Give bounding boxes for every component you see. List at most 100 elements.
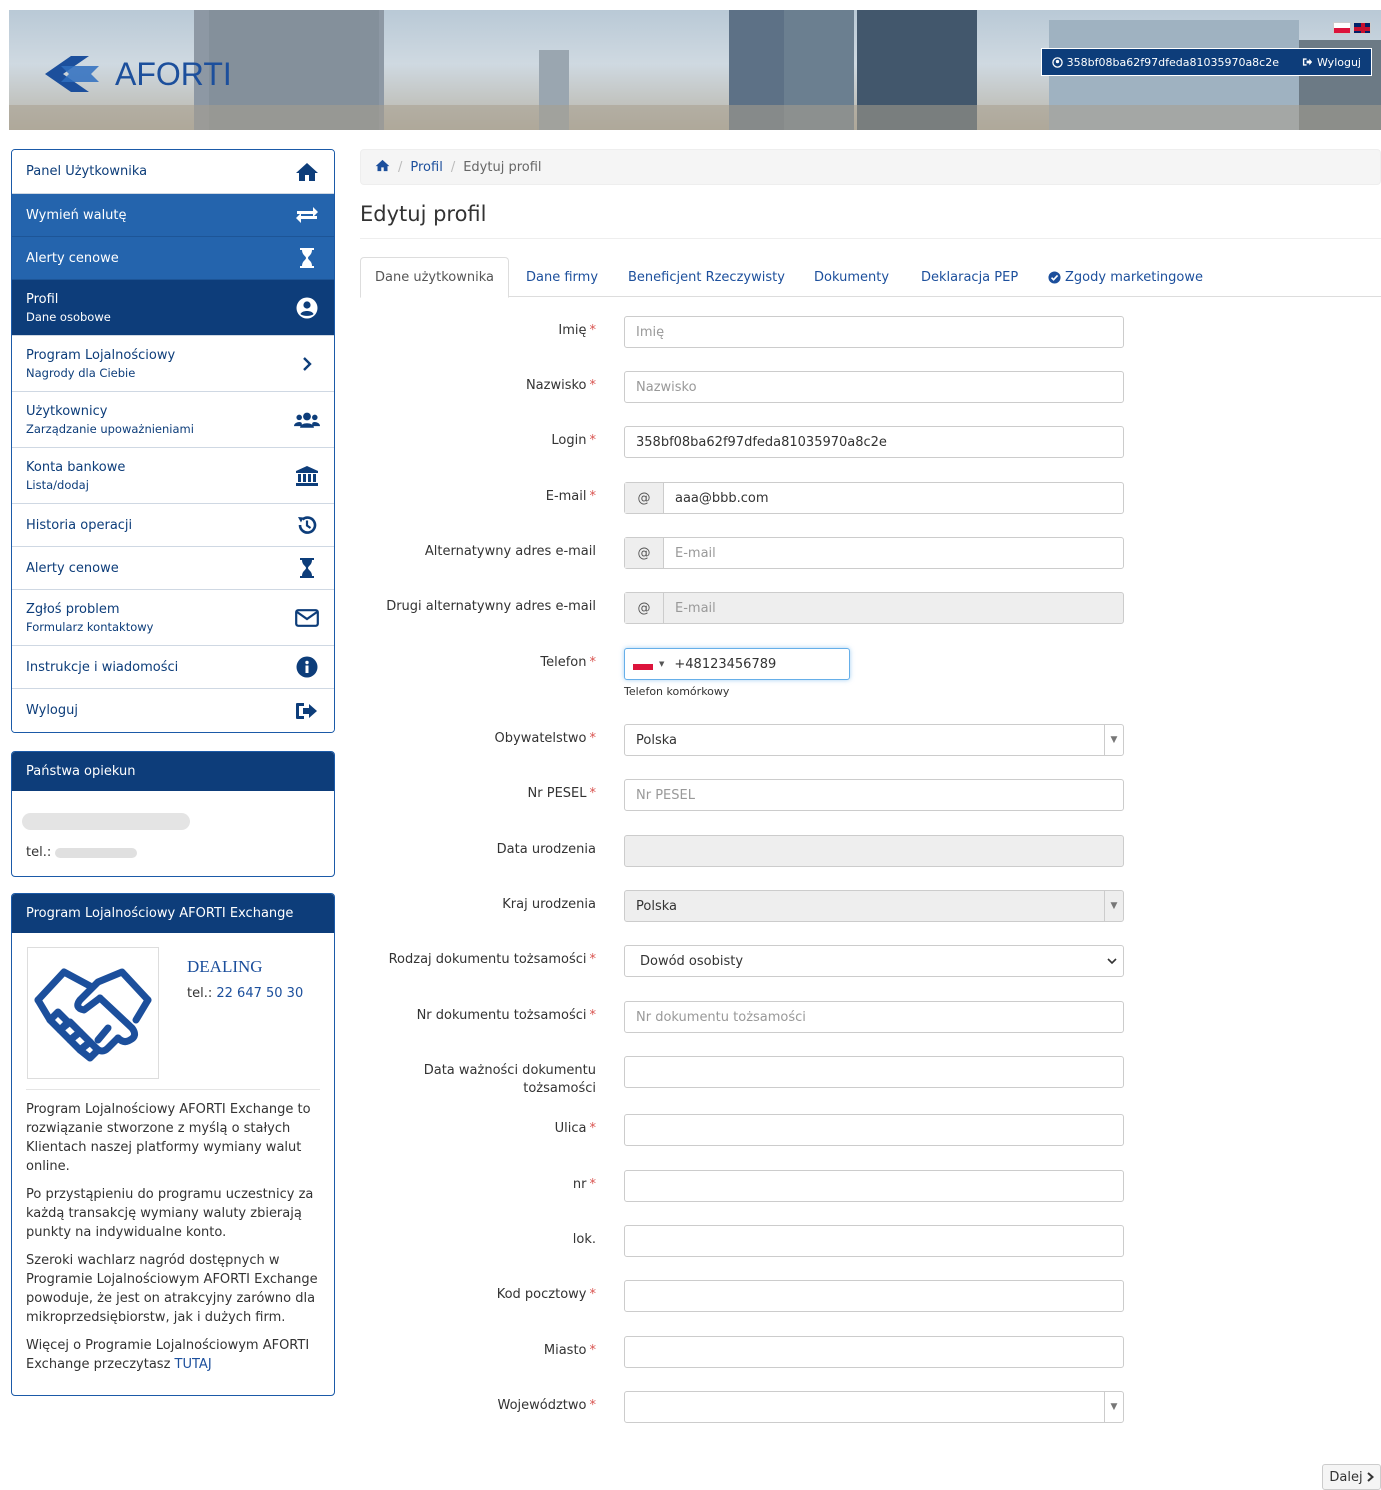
- hourglass-icon: [294, 557, 320, 579]
- sidebar-item-profile[interactable]: Profil Dane osobowe: [12, 280, 334, 336]
- chevron-right-icon: [1366, 1472, 1374, 1482]
- profile-tabs: Dane użytkownika Dane firmy Beneficjent …: [360, 257, 1381, 298]
- sidebar-item-history[interactable]: Historia operacji: [12, 504, 334, 547]
- label-text: tożsamości: [523, 1081, 596, 1096]
- advisor-tel-label: tel.:: [26, 845, 52, 860]
- next-button[interactable]: Dalej: [1322, 1464, 1381, 1490]
- label-text: Telefon: [540, 655, 587, 670]
- pesel-label: Nr PESEL *: [528, 785, 596, 803]
- check-circle-icon: [1048, 270, 1061, 284]
- loyalty-more-link[interactable]: TUTAJ: [175, 1357, 212, 1372]
- doc-expiry-input[interactable]: [624, 1056, 1124, 1088]
- label-text: Kod pocztowy: [496, 1287, 587, 1302]
- birth-date-label: Data urodzenia: [497, 841, 596, 859]
- label-text: Nr dokumentu tożsamości: [416, 1008, 587, 1023]
- tab-label: Dokumenty: [814, 269, 890, 285]
- login-input[interactable]: 358bf08ba62f97dfeda81035970a8c2e: [624, 426, 1124, 458]
- alt-email-input[interactable]: @ E-mail: [624, 537, 1124, 569]
- first-name-input[interactable]: Imię: [624, 316, 1124, 348]
- apartment-label: lok.: [573, 1231, 596, 1249]
- alt-email2-input[interactable]: @ E-mail: [624, 592, 1124, 624]
- advisor-box: Państwa opiekun tel.:: [11, 751, 335, 877]
- pesel-input[interactable]: Nr PESEL: [624, 779, 1124, 811]
- tab-marketing-consents[interactable]: Zgody marketingowe: [1048, 257, 1203, 297]
- postal-code-input[interactable]: [624, 1280, 1124, 1312]
- login-label: Login *: [551, 432, 596, 450]
- tab-documents[interactable]: Dokumenty: [814, 257, 889, 297]
- sidebar-item-instructions[interactable]: Instrukcje i wiadomości: [12, 646, 334, 689]
- label-text: Województwo: [497, 1398, 587, 1413]
- caret-down-icon: ▼: [659, 660, 665, 668]
- tab-label: Dane użytkownika: [375, 270, 494, 285]
- country-flag-dropdown[interactable]: ▼: [633, 658, 664, 670]
- home-icon: [294, 162, 320, 182]
- loyalty-paragraph: Program Lojalnościowy AFORTI Exchange to…: [26, 1102, 311, 1174]
- birth-country-select[interactable]: Polska ▼: [624, 890, 1124, 922]
- user-id-text: 358bf08ba62f97dfeda81035970a8c2e: [1066, 55, 1279, 69]
- tab-pep[interactable]: Deklaracja PEP: [921, 257, 1018, 297]
- doc-number-input[interactable]: Nr dokumentu tożsamości: [624, 1001, 1124, 1033]
- handshake-image: [27, 947, 159, 1079]
- caret-down-icon: ▼: [1104, 891, 1123, 921]
- phone-help-text: Telefon komórkowy: [624, 685, 730, 698]
- sidebar-item-bank-accounts[interactable]: Konta bankowe Lista/dodaj: [12, 448, 334, 504]
- exchange-icon: [294, 206, 320, 224]
- sidebar-item-exchange[interactable]: Wymień walutę: [12, 194, 334, 237]
- sidebar-item-label: Wymień walutę: [26, 207, 127, 223]
- sidebar-item-price-alerts[interactable]: Alerty cenowe: [12, 547, 334, 590]
- required-mark: *: [589, 323, 597, 338]
- info-icon: [294, 656, 320, 678]
- doc-type-select[interactable]: Dowód osobisty: [624, 945, 1124, 977]
- sidebar-item-label: Profil: [26, 291, 59, 307]
- header-logout-button[interactable]: Wyloguj: [1291, 56, 1371, 69]
- street-input[interactable]: [624, 1114, 1124, 1146]
- loyalty-paragraph: Po przystąpieniu do programu uczestnicy …: [26, 1187, 314, 1240]
- advisor-name-redacted: [22, 813, 190, 830]
- user-id-link[interactable]: 358bf08ba62f97dfeda81035970a8c2e: [1042, 56, 1291, 69]
- language-switcher: [1333, 22, 1371, 34]
- aforti-logo[interactable]: AFORTI: [41, 52, 232, 96]
- label-text: nr: [572, 1177, 587, 1192]
- apartment-input[interactable]: [624, 1225, 1124, 1257]
- sidebar-item-panel[interactable]: Panel Użytkownika: [12, 150, 334, 194]
- email-input[interactable]: @ aaa@bbb.com: [624, 482, 1124, 514]
- aforti-logo-icon: [45, 56, 99, 92]
- sidebar-item-report-problem[interactable]: Zgłoś problem Formularz kontaktowy: [12, 590, 334, 646]
- birth-date-input[interactable]: [624, 835, 1124, 867]
- breadcrumb-current: Edytuj profil: [463, 159, 542, 175]
- flag-pl-icon[interactable]: [1333, 22, 1351, 34]
- city-input[interactable]: [624, 1336, 1124, 1368]
- city-label: Miasto *: [544, 1342, 596, 1360]
- phone-input[interactable]: ▼ +48123456789: [624, 648, 850, 680]
- label-text: Imię: [558, 323, 587, 338]
- required-mark: *: [589, 731, 597, 746]
- last-name-label: Nazwisko *: [526, 377, 596, 395]
- tab-beneficial-owner[interactable]: Beneficjent Rzeczywisty: [628, 257, 785, 297]
- sidebar-item-logout[interactable]: Wyloguj: [12, 689, 334, 732]
- label-text: Kraj urodzenia: [502, 897, 596, 912]
- citizenship-label: Obywatelstwo *: [495, 730, 596, 748]
- tab-user-data[interactable]: Dane użytkownika: [360, 257, 509, 298]
- loyalty-paragraph-more: Więcej o Programie Lojalnościowym AFORTI…: [26, 1336, 324, 1374]
- sidebar-item-loyalty[interactable]: Program Lojalnościowy Nagrody dla Ciebie: [12, 336, 334, 392]
- home-icon[interactable]: [375, 159, 390, 176]
- breadcrumb-profile-link[interactable]: Profil: [410, 160, 442, 175]
- required-mark: *: [589, 952, 597, 967]
- house-number-input[interactable]: [624, 1170, 1124, 1202]
- province-select[interactable]: ▼: [624, 1391, 1124, 1423]
- sidebar-item-price-alerts-top[interactable]: Alerty cenowe: [12, 237, 334, 280]
- last-name-input[interactable]: Nazwisko: [624, 371, 1124, 403]
- citizenship-select[interactable]: Polska ▼: [624, 724, 1124, 756]
- dealing-phone: tel.: 22 647 50 30: [187, 986, 303, 1001]
- sidebar-item-users[interactable]: Użytkownicy Zarządzanie upoważnieniami: [12, 392, 334, 448]
- label-text: Obywatelstwo: [494, 731, 587, 746]
- sidebar-item-label: Instrukcje i wiadomości: [26, 659, 179, 675]
- tab-company-data[interactable]: Dane firmy: [526, 257, 598, 297]
- dealing-tel-link[interactable]: 22 647 50 30: [216, 986, 303, 1001]
- alt-email-label: Alternatywny adres e-mail: [425, 543, 596, 561]
- breadcrumb-separator: /: [398, 159, 403, 175]
- flag-uk-icon[interactable]: [1353, 22, 1371, 34]
- sidebar-menu: Panel Użytkownika Wymień walutę Alerty c…: [11, 149, 335, 733]
- email-label: E-mail *: [546, 488, 596, 506]
- sidebar-item-label: Użytkownicy: [26, 403, 108, 419]
